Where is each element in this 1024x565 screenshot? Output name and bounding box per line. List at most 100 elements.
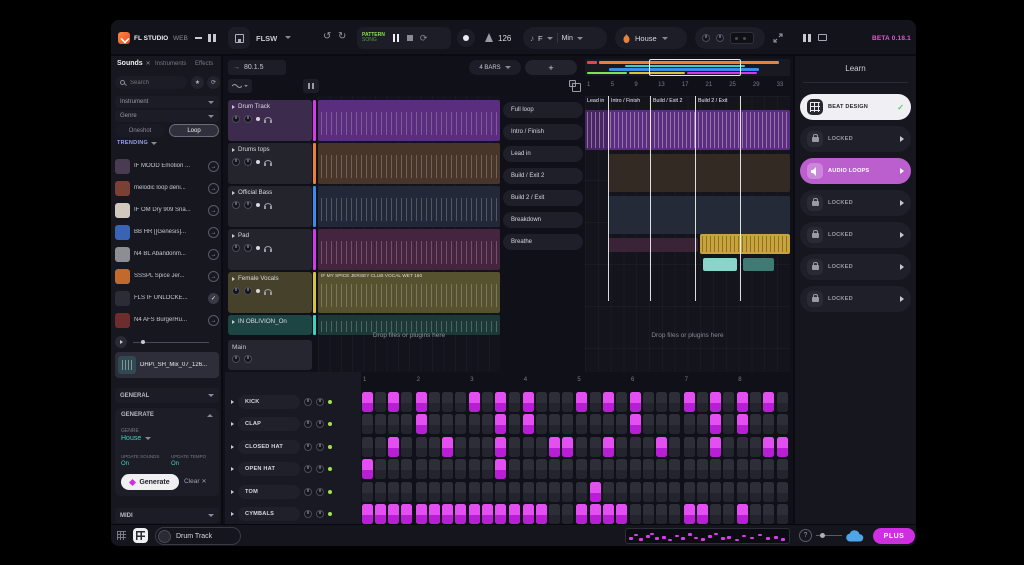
step-cell[interactable]: [536, 459, 547, 479]
step-cell[interactable]: [362, 504, 373, 524]
step-cell[interactable]: [482, 414, 493, 434]
channel-volume-knob[interactable]: [316, 443, 324, 451]
step-cell[interactable]: [777, 392, 788, 412]
step-cell[interactable]: [697, 504, 708, 524]
step-cell[interactable]: [590, 437, 601, 457]
step-cell[interactable]: [763, 504, 774, 524]
step-cell[interactable]: [723, 414, 734, 434]
step-cell[interactable]: [723, 392, 734, 412]
channel-pan-knob[interactable]: [304, 465, 312, 473]
step-cell[interactable]: [416, 392, 427, 412]
step-cell[interactable]: [536, 392, 547, 412]
step-cell[interactable]: [630, 392, 641, 412]
step-cell[interactable]: [523, 414, 534, 434]
step-cell[interactable]: [562, 414, 573, 434]
step-cell[interactable]: [710, 392, 721, 412]
step-cell[interactable]: [669, 392, 680, 412]
step-cell[interactable]: [429, 482, 440, 502]
drum-pads-icon[interactable]: [133, 528, 148, 543]
channel-row[interactable]: CYMBALS: [228, 504, 360, 524]
step-cell[interactable]: [643, 437, 654, 457]
step-cell[interactable]: [401, 459, 412, 479]
step-cell[interactable]: [777, 504, 788, 524]
step-cell[interactable]: [697, 414, 708, 434]
channel-pan-knob[interactable]: [304, 420, 312, 428]
step-cell[interactable]: [590, 392, 601, 412]
step-cell[interactable]: [669, 504, 680, 524]
step-cell[interactable]: [362, 414, 373, 434]
step-cell[interactable]: [442, 392, 453, 412]
channel-led[interactable]: [328, 422, 332, 426]
step-cell[interactable]: [723, 482, 734, 502]
step-cell[interactable]: [562, 392, 573, 412]
step-cell[interactable]: [375, 437, 386, 457]
step-cell[interactable]: [737, 392, 748, 412]
step-cell[interactable]: [590, 504, 601, 524]
channel-pan-knob[interactable]: [304, 443, 312, 451]
step-cell[interactable]: [656, 482, 667, 502]
step-cell[interactable]: [576, 482, 587, 502]
step-cell[interactable]: [416, 437, 427, 457]
step-cell[interactable]: [536, 437, 547, 457]
channel-expand-icon[interactable]: [231, 400, 234, 404]
step-cell[interactable]: [750, 459, 761, 479]
step-cell[interactable]: [723, 504, 734, 524]
channel-expand-icon[interactable]: [231, 490, 234, 494]
step-cell[interactable]: [643, 459, 654, 479]
channel-row[interactable]: CLAP: [228, 414, 360, 434]
step-cell[interactable]: [416, 504, 427, 524]
step-cell[interactable]: [375, 459, 386, 479]
step-cell[interactable]: [710, 414, 721, 434]
step-cell[interactable]: [616, 414, 627, 434]
step-cell[interactable]: [416, 414, 427, 434]
step-cell[interactable]: [482, 504, 493, 524]
step-cell[interactable]: [455, 482, 466, 502]
step-cell[interactable]: [549, 459, 560, 479]
step-cell[interactable]: [523, 437, 534, 457]
channel-led[interactable]: [328, 512, 332, 516]
step-cell[interactable]: [576, 459, 587, 479]
step-cell[interactable]: [401, 482, 412, 502]
step-cell[interactable]: [509, 504, 520, 524]
step-cell[interactable]: [750, 504, 761, 524]
step-cell[interactable]: [429, 392, 440, 412]
channel-led[interactable]: [328, 400, 332, 404]
step-cell[interactable]: [630, 437, 641, 457]
step-cell[interactable]: [469, 482, 480, 502]
step-cell[interactable]: [616, 459, 627, 479]
step-cell[interactable]: [495, 392, 506, 412]
step-cell[interactable]: [388, 392, 399, 412]
channel-volume-knob[interactable]: [316, 420, 324, 428]
step-cell[interactable]: [495, 414, 506, 434]
step-cell[interactable]: [401, 504, 412, 524]
step-cell[interactable]: [669, 414, 680, 434]
step-cell[interactable]: [656, 459, 667, 479]
step-cell[interactable]: [509, 482, 520, 502]
step-cell[interactable]: [362, 437, 373, 457]
help-button[interactable]: ?: [799, 529, 812, 542]
step-cell[interactable]: [669, 482, 680, 502]
plus-upgrade-button[interactable]: PLUS: [873, 528, 915, 544]
step-cell[interactable]: [442, 437, 453, 457]
step-cell[interactable]: [576, 504, 587, 524]
step-cell[interactable]: [750, 414, 761, 434]
step-cell[interactable]: [684, 459, 695, 479]
step-cell[interactable]: [576, 392, 587, 412]
step-cell[interactable]: [509, 459, 520, 479]
step-cell[interactable]: [416, 482, 427, 502]
step-cell[interactable]: [495, 482, 506, 502]
step-cell[interactable]: [523, 392, 534, 412]
step-cell[interactable]: [482, 459, 493, 479]
step-cell[interactable]: [442, 414, 453, 434]
step-cell[interactable]: [388, 504, 399, 524]
channel-expand-icon[interactable]: [231, 467, 234, 471]
step-cell[interactable]: [523, 459, 534, 479]
step-cell[interactable]: [388, 437, 399, 457]
step-cell[interactable]: [737, 414, 748, 434]
step-cell[interactable]: [737, 437, 748, 457]
step-cell[interactable]: [616, 392, 627, 412]
step-cell[interactable]: [362, 459, 373, 479]
step-cell[interactable]: [509, 437, 520, 457]
step-cell[interactable]: [495, 459, 506, 479]
step-cell[interactable]: [710, 504, 721, 524]
